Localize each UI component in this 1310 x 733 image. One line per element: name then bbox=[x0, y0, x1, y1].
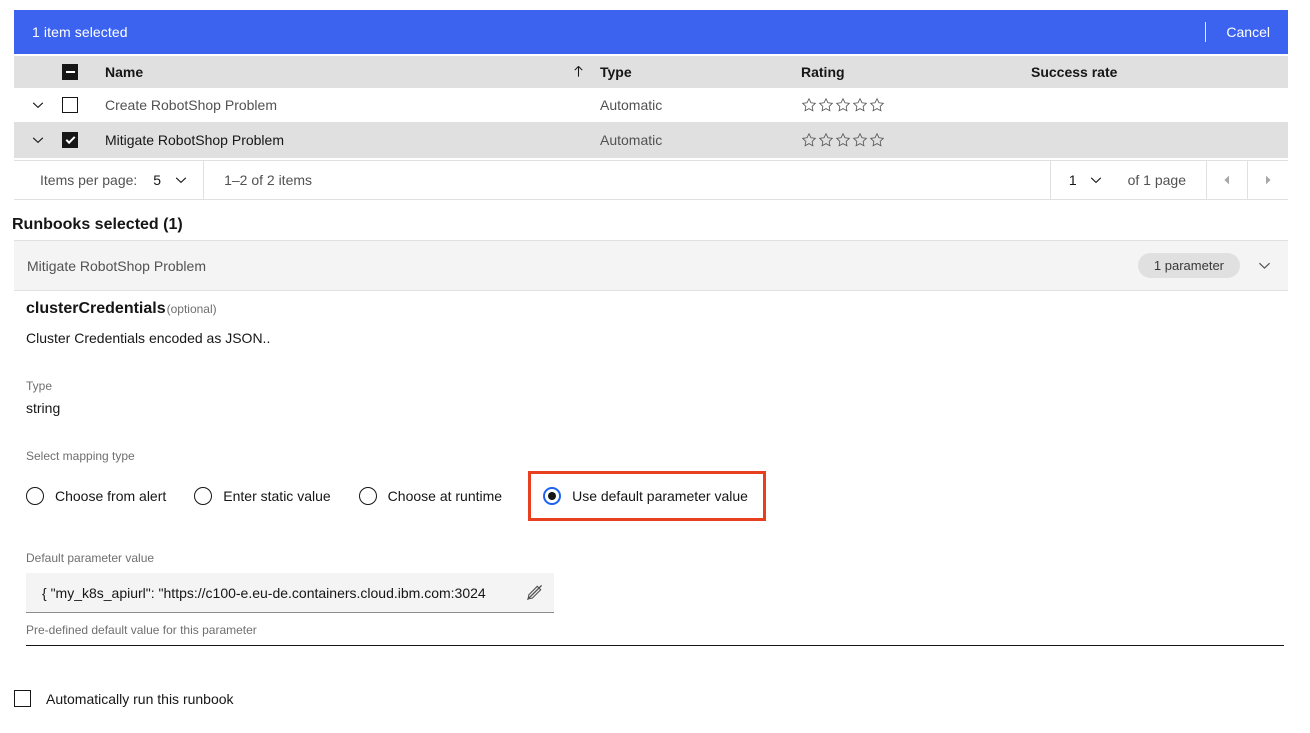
row-checkbox-cell bbox=[62, 97, 96, 113]
parameter-count-tag: 1 parameter bbox=[1137, 253, 1240, 278]
items-per-page-value: 5 bbox=[153, 172, 162, 188]
star-empty-icon bbox=[869, 132, 885, 147]
default-value-label: Default parameter value bbox=[26, 551, 155, 565]
selection-count-label: 1 item selected bbox=[32, 24, 128, 40]
banner-divider bbox=[1205, 22, 1207, 42]
chevron-down-icon bbox=[1090, 177, 1101, 184]
default-value-helper-text: Pre-defined default value for this param… bbox=[26, 623, 257, 637]
pagination-right: 1 of 1 page bbox=[1049, 161, 1288, 199]
header-label-name: Name bbox=[105, 63, 144, 80]
star-empty-icon bbox=[801, 97, 817, 112]
row-expand-button[interactable] bbox=[14, 97, 62, 113]
runbook-accordion-header[interactable]: Mitigate RobotShop Problem 1 parameter bbox=[14, 240, 1288, 291]
runbook-parameter-page: 1 item selected Cancel Name Type Rating … bbox=[0, 0, 1310, 733]
edit-off-icon[interactable] bbox=[514, 583, 554, 602]
auto-run-label: Automatically run this runbook bbox=[46, 690, 234, 707]
row-rating-cell[interactable] bbox=[801, 97, 1031, 113]
table-row[interactable]: Mitigate RobotShop Problem Automatic bbox=[14, 123, 1288, 158]
radio-choose-at-runtime[interactable]: Choose at runtime bbox=[358, 487, 503, 505]
page-total-label: of 1 page bbox=[1127, 172, 1186, 188]
accordion-toggle-button[interactable] bbox=[1240, 257, 1288, 274]
sort-ascending-icon bbox=[571, 64, 586, 79]
parameter-detail: clusterCredentials (optional) Cluster Cre… bbox=[0, 300, 1310, 637]
radio-use-default-parameter-value[interactable]: Use default parameter value bbox=[543, 487, 748, 505]
chevron-down-icon bbox=[1258, 262, 1270, 269]
parameter-name-heading: clusterCredentials (optional) bbox=[26, 300, 1310, 318]
table-header-row: Name Type Rating Success rate bbox=[14, 56, 1288, 88]
radio-label: Use default parameter value bbox=[572, 488, 748, 504]
type-label: Type bbox=[26, 379, 53, 393]
table-row[interactable]: Create RobotShop Problem Automatic bbox=[14, 88, 1288, 123]
row-checkbox[interactable] bbox=[62, 97, 78, 113]
type-value: string bbox=[26, 400, 61, 416]
parameter-optional-tag: (optional) bbox=[166, 302, 217, 316]
select-all-checkbox[interactable] bbox=[62, 63, 78, 80]
radio-enter-static-value[interactable]: Enter static value bbox=[194, 487, 331, 505]
star-empty-icon bbox=[852, 97, 868, 112]
header-label-success-rate[interactable]: Success rate bbox=[1031, 64, 1288, 80]
pagination-bar: Items per page: 5 1–2 of 2 items 1 of 1 … bbox=[14, 160, 1288, 200]
runbooks-selected-title: Runbooks selected (1) bbox=[12, 216, 183, 233]
row-type-cell: Automatic bbox=[600, 97, 663, 113]
star-empty-icon bbox=[869, 97, 885, 112]
items-per-page-label: Items per page: bbox=[40, 172, 138, 188]
radio-circle-selected-icon bbox=[543, 487, 562, 505]
selection-banner: 1 item selected Cancel bbox=[14, 10, 1288, 54]
radio-label: Choose from alert bbox=[55, 488, 167, 504]
section-divider bbox=[26, 645, 1284, 646]
star-empty-icon bbox=[818, 132, 834, 147]
page-number-value: 1 bbox=[1068, 172, 1077, 188]
chevron-down-icon bbox=[32, 102, 44, 109]
default-parameter-value-field[interactable] bbox=[26, 573, 554, 613]
chevron-down-icon bbox=[32, 137, 44, 144]
caret-right-icon bbox=[1266, 175, 1271, 185]
radio-circle-icon bbox=[194, 487, 213, 505]
radio-label: Enter static value bbox=[223, 488, 331, 504]
row-expand-button[interactable] bbox=[14, 132, 62, 148]
radio-circle-icon bbox=[26, 487, 44, 505]
radio-label: Choose at runtime bbox=[387, 488, 503, 504]
star-empty-icon bbox=[835, 97, 851, 112]
next-page-button[interactable] bbox=[1248, 161, 1288, 199]
row-checkbox-cell bbox=[62, 132, 96, 148]
previous-page-button[interactable] bbox=[1207, 161, 1247, 199]
row-type-cell: Automatic bbox=[600, 132, 663, 148]
chevron-down-icon bbox=[175, 177, 187, 184]
row-rating-cell[interactable] bbox=[801, 132, 1031, 148]
parameter-description: Cluster Credentials encoded as JSON.. bbox=[26, 330, 271, 346]
rating-stars bbox=[801, 132, 1031, 148]
banner-actions: Cancel bbox=[1205, 10, 1288, 54]
parameter-name: clusterCredentials bbox=[26, 300, 166, 317]
header-label-rating[interactable]: Rating bbox=[801, 64, 1031, 80]
radio-choose-from-alert[interactable]: Choose from alert bbox=[26, 487, 166, 505]
select-all-checkbox-cell bbox=[62, 63, 96, 80]
star-empty-icon bbox=[801, 132, 817, 147]
pagination-divider bbox=[203, 161, 205, 199]
mapping-type-radio-group: Choose from alert Enter static value Cho… bbox=[26, 471, 1310, 521]
pagination-left: Items per page: 5 1–2 of 2 items bbox=[14, 161, 312, 199]
rating-stars bbox=[801, 97, 1031, 113]
star-empty-icon bbox=[835, 132, 851, 147]
mapping-type-label: Select mapping type bbox=[26, 449, 135, 463]
accordion-runbook-name: Mitigate RobotShop Problem bbox=[27, 257, 206, 274]
runbooks-table: Name Type Rating Success rate Create Rob… bbox=[14, 56, 1288, 158]
accordion-right: 1 parameter bbox=[1137, 253, 1288, 278]
items-per-page-select[interactable]: 5 bbox=[153, 172, 203, 188]
cancel-button[interactable]: Cancel bbox=[1206, 10, 1288, 54]
star-empty-icon bbox=[818, 97, 834, 112]
auto-run-checkbox[interactable] bbox=[14, 690, 31, 707]
highlight-annotation-box: Use default parameter value bbox=[528, 471, 766, 521]
header-cell-name[interactable]: Name bbox=[96, 64, 600, 80]
auto-run-checkbox-row[interactable]: Automatically run this runbook bbox=[14, 690, 234, 707]
radio-circle-icon bbox=[358, 487, 377, 505]
row-name-cell: Create RobotShop Problem bbox=[105, 97, 277, 113]
page-number-select[interactable]: 1 bbox=[1051, 172, 1120, 188]
caret-left-icon bbox=[1224, 175, 1229, 185]
default-parameter-value-input[interactable] bbox=[26, 583, 514, 602]
row-checkbox[interactable] bbox=[62, 132, 78, 148]
row-name-cell: Mitigate RobotShop Problem bbox=[105, 132, 284, 148]
star-empty-icon bbox=[852, 132, 868, 147]
pagination-range-label: 1–2 of 2 items bbox=[224, 172, 313, 188]
header-label-type[interactable]: Type bbox=[600, 64, 801, 80]
